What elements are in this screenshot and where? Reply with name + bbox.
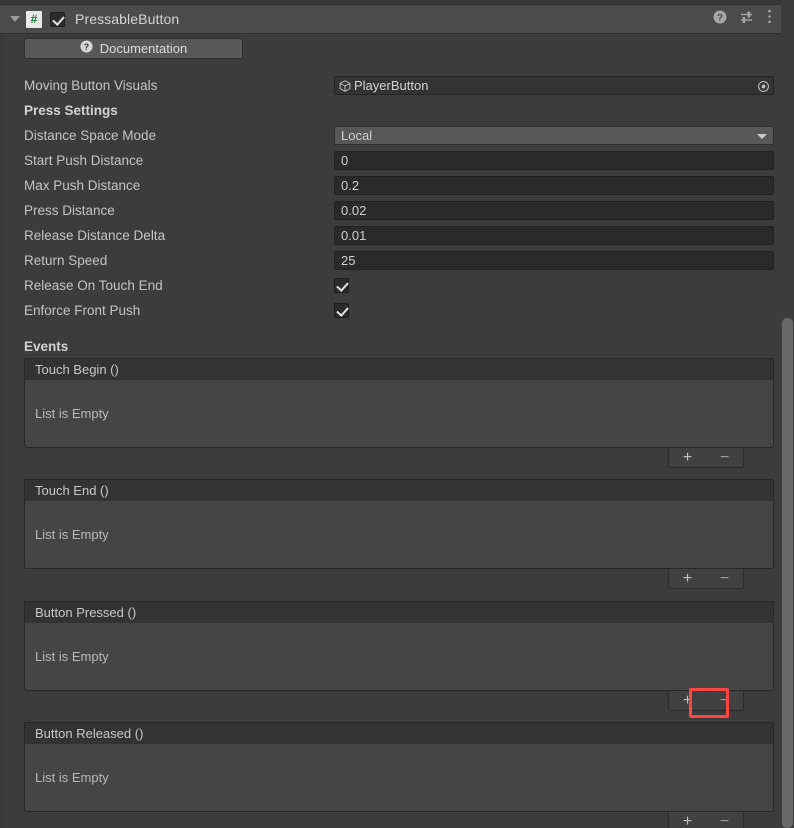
events-section-title: Events [24,339,69,354]
event-block-touch-end: Touch End () List is Empty + − [24,479,774,589]
event-block-button-pressed: Button Pressed () List is Empty + − [24,601,774,711]
event-header-label[interactable]: Button Pressed () [24,601,774,623]
property-label: Distance Space Mode [24,128,157,143]
event-remove-button[interactable]: − [706,569,743,588]
max-push-distance-value: 0.2 [341,178,360,193]
property-row-enforce-front-push: Enforce Front Push [0,298,782,323]
property-label: Return Speed [24,253,108,268]
event-empty-text: List is Empty [24,501,774,569]
event-header-label[interactable]: Button Released () [24,722,774,744]
foldout-arrow-icon[interactable] [6,16,24,22]
event-add-remove-group: + − [668,691,744,711]
distance-space-mode-value: Local [341,128,373,143]
press-settings-header: Press Settings [24,103,118,118]
property-row-distance-space-mode: Distance Space Mode Local [0,123,782,148]
start-push-distance-input[interactable]: 0 [334,151,774,170]
property-label: Release On Touch End [24,278,163,293]
property-row-start-push-distance: Start Push Distance 0 [0,148,782,173]
enforce-front-push-checkbox[interactable] [334,303,349,318]
property-row-return-speed: Return Speed 25 [0,248,782,273]
event-empty-text: List is Empty [24,744,774,812]
header-icon-group: ? [713,9,772,29]
event-remove-button[interactable]: − [706,812,743,828]
event-footer: + − [24,812,774,828]
component-title: PressableButton [75,11,180,27]
vertical-scrollbar-thumb[interactable] [782,318,793,828]
documentation-button-label: Documentation [99,41,188,56]
chevron-down-icon [757,134,767,139]
event-empty-text: List is Empty [24,380,774,448]
component-header[interactable]: # PressableButton ? [0,4,782,34]
more-menu-icon[interactable] [767,9,772,29]
help-circle-icon: ? [80,39,93,58]
event-add-button[interactable]: + [669,812,706,828]
event-add-remove-group: + − [668,812,744,828]
distance-space-mode-dropdown[interactable]: Local [334,126,774,145]
event-remove-button[interactable]: − [706,448,743,467]
csharp-script-icon: # [26,10,42,28]
property-label: Press Distance [24,203,115,218]
vertical-scrollbar-track[interactable] [781,0,794,828]
property-row-press-distance: Press Distance 0.02 [0,198,782,223]
release-distance-delta-input[interactable]: 0.01 [334,226,774,245]
event-header-label[interactable]: Touch Begin () [24,358,774,380]
moving-button-visuals-object-field[interactable]: PlayerButton [334,76,774,95]
event-block-touch-begin: Touch Begin () List is Empty + − [24,358,774,468]
event-footer: + − [24,569,774,589]
press-distance-input[interactable]: 0.02 [334,201,774,220]
property-label: Moving Button Visuals [24,78,158,93]
event-add-button[interactable]: + [669,691,706,710]
event-empty-text: List is Empty [24,623,774,691]
preset-icon[interactable] [740,10,754,29]
event-header-label[interactable]: Touch End () [24,479,774,501]
object-picker-icon[interactable] [756,79,771,94]
max-push-distance-input[interactable]: 0.2 [334,176,774,195]
component-enabled-checkbox[interactable] [50,11,65,27]
property-label: Start Push Distance [24,153,144,168]
moving-button-visuals-value: PlayerButton [354,78,429,93]
property-row-max-push-distance: Max Push Distance 0.2 [0,173,782,198]
release-on-touch-end-checkbox[interactable] [334,278,349,293]
property-row-press-settings: Press Settings [0,98,782,123]
property-row-moving-button-visuals: Moving Button Visuals PlayerButton [0,73,782,98]
event-add-button[interactable]: + [669,569,706,588]
property-label: Enforce Front Push [24,303,141,318]
documentation-button[interactable]: ? Documentation [24,38,243,59]
event-add-remove-group: + − [668,448,744,468]
return-speed-input[interactable]: 25 [334,251,774,270]
svg-text:?: ? [84,41,89,51]
event-remove-button[interactable]: − [706,691,743,710]
property-row-release-distance-delta: Release Distance Delta 0.01 [0,223,782,248]
start-push-distance-value: 0 [341,153,349,168]
event-add-button[interactable]: + [669,448,706,467]
unity-inspector-panel: # PressableButton ? ? Documentation Movi… [0,0,794,828]
release-distance-delta-value: 0.01 [341,228,367,243]
property-label: Max Push Distance [24,178,141,193]
press-distance-value: 0.02 [341,203,367,218]
event-block-button-released: Button Released () List is Empty + − [24,722,774,828]
svg-text:?: ? [717,12,723,23]
event-add-remove-group: + − [668,569,744,589]
script-icon-glyph: # [30,12,38,26]
gameobject-cube-icon [338,79,352,93]
return-speed-value: 25 [341,253,356,268]
property-label: Release Distance Delta [24,228,166,243]
event-footer: + − [24,691,774,711]
property-row-release-on-touch-end: Release On Touch End [0,273,782,298]
help-icon[interactable]: ? [713,10,727,29]
event-footer: + − [24,448,774,468]
